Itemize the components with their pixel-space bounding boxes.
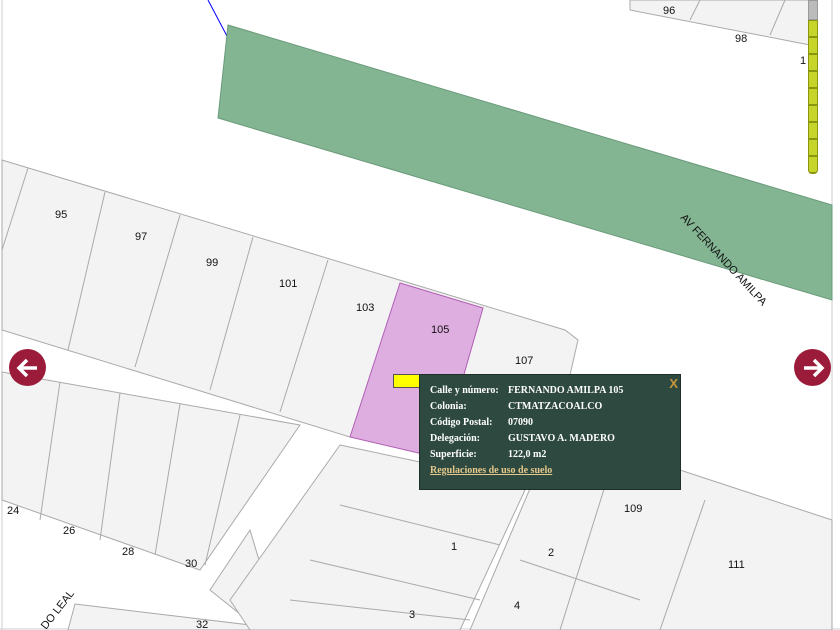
- lot-number: 28: [122, 546, 134, 558]
- lot-number: 107: [515, 355, 533, 367]
- lot-number: 26: [63, 525, 75, 537]
- lot-number: 32: [196, 619, 208, 630]
- zoom-slider-track[interactable]: [808, 0, 818, 20]
- lot-number: 95: [55, 209, 67, 221]
- arrow-left-icon: [16, 358, 37, 377]
- popup-row: Superficie: 122,0 m2: [430, 449, 547, 460]
- pan-right-button[interactable]: [794, 349, 831, 386]
- lot-number: 105: [431, 324, 449, 336]
- pan-left-button[interactable]: [9, 349, 46, 386]
- popup-row: Colonia: CTMATZACOALCO: [430, 401, 603, 412]
- zoom-slider-fill[interactable]: [808, 20, 818, 174]
- map-canvas[interactable]: 96 98 1 95 97 99 101 103 105 107 109 111…: [0, 0, 840, 630]
- lot-number: 1: [800, 55, 806, 67]
- lot-number: 109: [624, 503, 642, 515]
- arrow-right-icon: [803, 358, 824, 377]
- zoom-slider[interactable]: [808, 0, 818, 174]
- lot-number: 111: [728, 559, 745, 571]
- popup-row: Delegación: GUSTAVO A. MADERO: [430, 433, 615, 444]
- lot-number: 101: [279, 278, 297, 290]
- lot-number: 3: [409, 609, 415, 621]
- lot-number: 2: [548, 547, 554, 559]
- lot-number: 98: [735, 33, 747, 45]
- popup-row: Calle y número: FERNANDO AMILPA 105: [430, 385, 624, 396]
- lot-number: 99: [206, 257, 218, 269]
- lot-number: 97: [135, 231, 147, 243]
- lot-number: 30: [185, 558, 197, 570]
- popup-row: Código Postal: 07090: [430, 417, 533, 428]
- close-button[interactable]: X: [669, 376, 678, 391]
- lot-number: 103: [356, 302, 374, 314]
- lot-number: 1: [451, 541, 457, 553]
- land-use-regulations-link[interactable]: Regulaciones de uso de suelo: [430, 465, 552, 476]
- lot-info-popup: X Calle y número: FERNANDO AMILPA 105 Col…: [419, 374, 681, 490]
- lot-number: 4: [514, 600, 520, 612]
- lot-number: 96: [663, 5, 675, 17]
- lot-number: 24: [7, 505, 19, 517]
